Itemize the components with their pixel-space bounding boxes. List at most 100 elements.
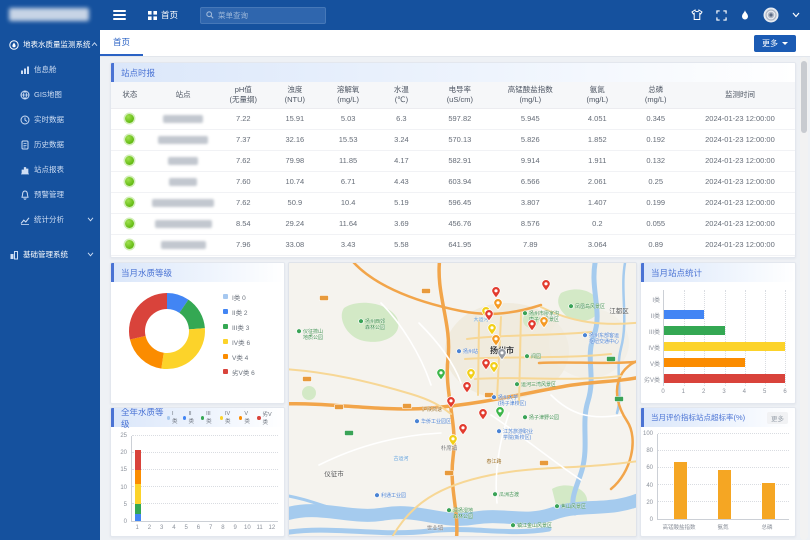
svg-text:江苏旅游职业学院(新校区): 江苏旅游职业学院(新校区) xyxy=(503,428,533,441)
sidebar-item-alert-management[interactable]: 预警管理 xyxy=(0,182,100,207)
svg-text:仪征市: 仪征市 xyxy=(324,469,344,478)
rate-plot xyxy=(657,434,789,520)
legend-item-II类[interactable]: II类 xyxy=(183,411,196,425)
value-cell: 1.911 xyxy=(568,150,626,171)
value-cell: 10.74 xyxy=(269,171,321,192)
more-button[interactable]: 更多 xyxy=(754,35,796,52)
sidebar-item-station-report[interactable]: 站点报表 xyxy=(0,157,100,182)
breadcrumb[interactable]: 首页 xyxy=(148,9,178,21)
legend-item-III类[interactable]: III类 3 xyxy=(223,319,255,334)
svg-text:沪陕高速: 沪陕高速 xyxy=(422,406,442,413)
station-name-redacted xyxy=(168,157,198,165)
legend-label: 劣V类 6 xyxy=(232,367,255,377)
station-cell xyxy=(149,192,218,213)
hamburger-menu-icon[interactable] xyxy=(113,8,126,22)
svg-text:润扬湿地森林公园: 润扬湿地森林公园 xyxy=(453,507,473,520)
table-row: 7.6010.746.714.43603.946.5662.0610.25202… xyxy=(111,171,795,192)
sidebar-item-gis-map[interactable]: GIS地图 xyxy=(0,82,100,107)
gis-map[interactable]: 扬州市江都区仪征市扬州西郊森林公园仪征捺山地质公园凤凰岛风景区扬州市廖家沟唐子城… xyxy=(288,262,637,537)
station-cell xyxy=(149,150,218,171)
value-cell: 3.43 xyxy=(321,234,376,255)
annual-plot xyxy=(131,436,278,522)
sidebar-item-history-data[interactable]: 历史数据 xyxy=(0,132,100,157)
value-cell: 4.051 xyxy=(568,108,626,129)
caret-down-icon xyxy=(782,42,788,45)
y-tick-label: 0 xyxy=(640,517,653,523)
legend-item-IV类[interactable]: IV类 6 xyxy=(223,334,255,349)
value-cell: 7.37 xyxy=(218,129,270,150)
value-cell: 1.852 xyxy=(568,129,626,150)
sidebar-item-dashboard[interactable]: 信息舱 xyxy=(0,57,100,82)
panel-title: 当月评价指标站点超标率(%) xyxy=(651,412,745,423)
legend-item-I类[interactable]: I类 xyxy=(167,411,179,425)
value-cell: 7.62 xyxy=(218,192,270,213)
legend-swatch xyxy=(223,369,228,374)
legend-item-V类[interactable]: V类 xyxy=(239,411,252,425)
rate-bar-0 xyxy=(674,462,687,519)
sidebar-nav: 地表水质量监测系统信息舱GIS地图实时数据历史数据站点报表预警管理统计分析基础管… xyxy=(0,32,100,267)
gridline xyxy=(658,433,789,434)
value-cell: 5.19 xyxy=(376,192,428,213)
value-cell: 3.064 xyxy=(568,234,626,255)
svg-text:仪征捺山地质公园: 仪征捺山地质公园 xyxy=(303,328,323,341)
breadcrumb-home[interactable]: 首页 xyxy=(161,9,178,21)
vertical-scrollbar[interactable] xyxy=(800,57,808,540)
hbar-category-label: I类 xyxy=(642,295,660,304)
value-cell: 1.407 xyxy=(568,192,626,213)
scrollbar-thumb[interactable] xyxy=(801,61,807,133)
fullscreen-icon[interactable] xyxy=(716,10,727,21)
road-number-badge xyxy=(422,289,431,294)
tab-home[interactable]: 首页 xyxy=(100,30,143,56)
svg-text:运河三湾风景区: 运河三湾风景区 xyxy=(521,381,556,388)
rate-bar-1 xyxy=(718,470,731,519)
y-tick-label: 20 xyxy=(113,450,127,456)
value-cell: 0.192 xyxy=(627,129,685,150)
x-tick-label: 2 xyxy=(143,525,155,531)
stack-segment-III类 xyxy=(135,504,141,514)
annual-quality-panel: 全年水质等级 I类II类III类IV类V类劣V类 051015202512345… xyxy=(110,407,285,537)
dashboard-icon xyxy=(20,65,30,75)
legend-item-劣V类[interactable]: 劣V类 6 xyxy=(223,364,255,379)
legend-item-IV类[interactable]: IV类 xyxy=(220,411,234,425)
column-header: 监测时间 xyxy=(685,82,795,108)
map-label-town: 朴席镇 xyxy=(441,444,458,452)
search-box[interactable] xyxy=(200,7,326,24)
table-row: 7.2215.915.036.3597.825.9454.0510.345202… xyxy=(111,108,795,129)
sidebar-item-base-management-system[interactable]: 基础管理系统 xyxy=(0,242,100,267)
search-input[interactable] xyxy=(218,11,320,20)
x-tick-label: 10 xyxy=(241,525,253,531)
column-header: 水温(℃) xyxy=(376,82,428,108)
svg-text:春江路: 春江路 xyxy=(486,458,501,465)
water-system-icon xyxy=(9,40,19,50)
stack-segment-V类 xyxy=(135,470,141,484)
sidebar-item-surface-water-system[interactable]: 地表水质量监测系统 xyxy=(0,32,100,57)
road-number-badge xyxy=(345,431,354,436)
value-cell: 79.98 xyxy=(269,150,321,171)
donut-segment-III类 xyxy=(184,306,197,329)
legend-item-I类[interactable]: I类 0 xyxy=(223,289,255,304)
legend-item-劣V类[interactable]: 劣V类 xyxy=(257,410,275,426)
svg-text:朴席镇: 朴席镇 xyxy=(441,444,458,452)
panel-more-link[interactable]: 更多 xyxy=(767,412,788,424)
panel-title: 站点时报 xyxy=(121,67,155,79)
legend-item-II类[interactable]: II类 2 xyxy=(223,304,255,319)
donut-chart xyxy=(119,283,215,379)
value-cell: 2024-01-23 12:00:00 xyxy=(685,192,795,213)
caret-down-icon[interactable] xyxy=(792,12,800,18)
flame-icon[interactable] xyxy=(740,9,750,21)
donut-segment-V类 xyxy=(138,338,163,361)
x-tick-label: 3 xyxy=(156,525,168,531)
value-cell: 596.45 xyxy=(427,192,492,213)
user-avatar[interactable] xyxy=(763,7,779,23)
sidebar-item-realtime-data[interactable]: 实时数据 xyxy=(0,107,100,132)
value-cell: 0.345 xyxy=(627,108,685,129)
legend-swatch xyxy=(223,354,228,359)
legend-item-V类[interactable]: V类 4 xyxy=(223,349,255,364)
panel-header: 站点时报 xyxy=(111,63,795,82)
theme-shirt-icon[interactable] xyxy=(691,9,703,21)
topbar: 首页 xyxy=(100,0,810,30)
sidebar-item-statistics[interactable]: 统计分析 xyxy=(0,207,100,232)
station-cell xyxy=(149,108,218,129)
legend-item-III类[interactable]: III类 xyxy=(201,411,215,425)
x-tick-label: 5 xyxy=(180,525,192,531)
